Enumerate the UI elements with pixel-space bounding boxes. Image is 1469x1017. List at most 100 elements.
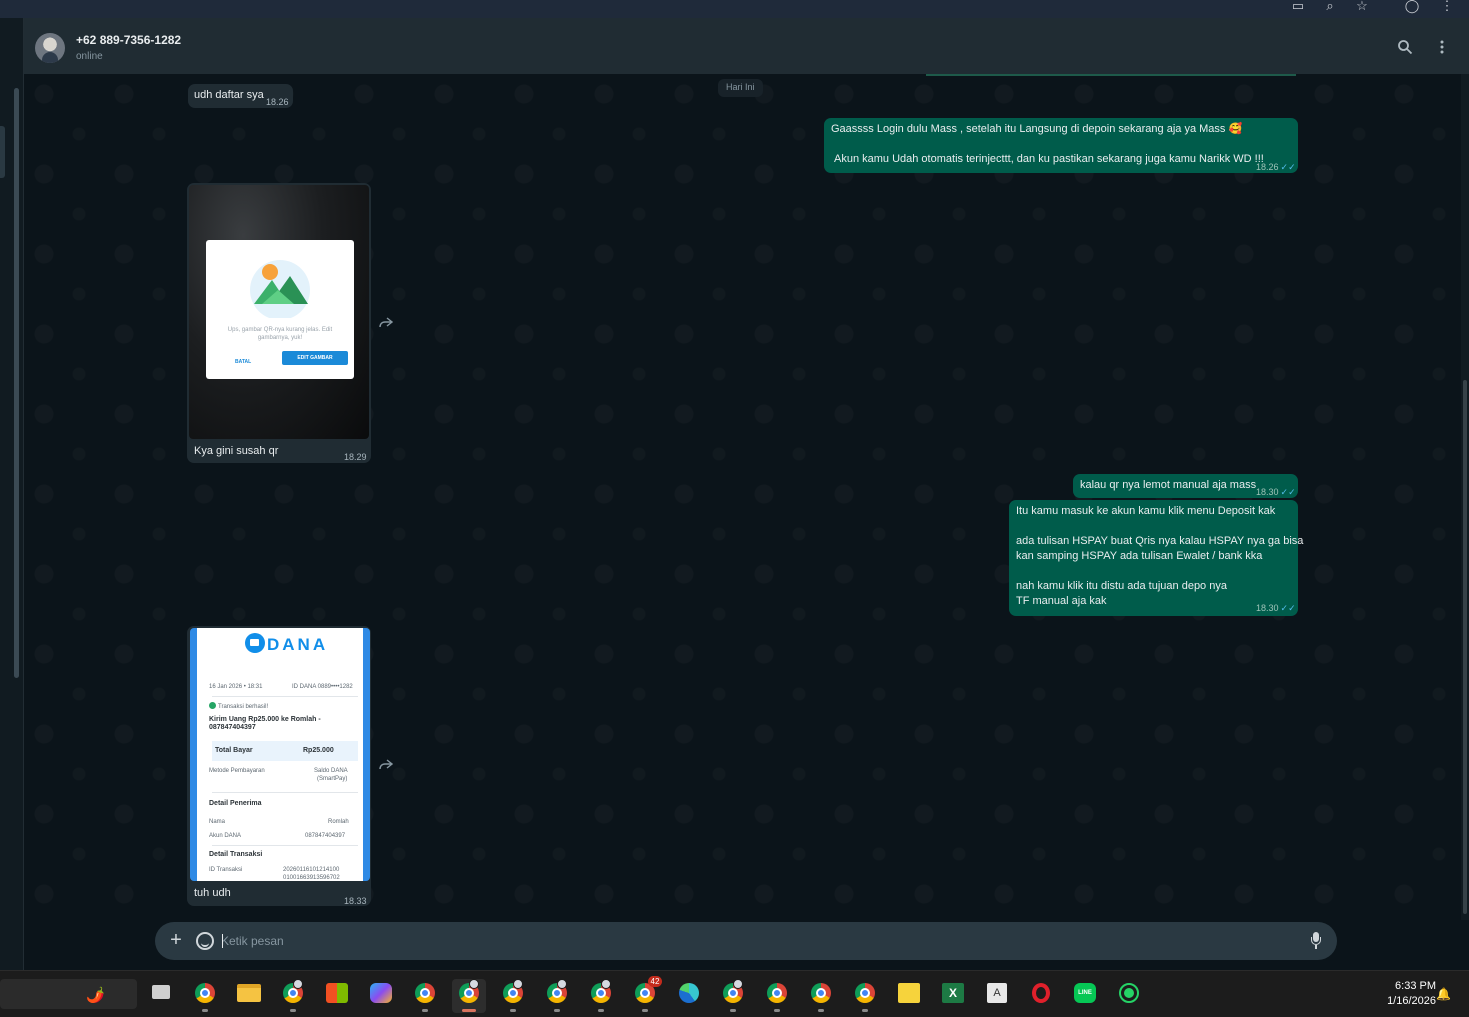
taskbar-app-text-editor[interactable]: A	[980, 979, 1014, 1013]
taskbar-app-microsoft-store[interactable]	[320, 979, 354, 1013]
message-text: kalau qr nya lemot manual aja mass	[1080, 479, 1257, 491]
message-line: TF manual aja kak	[1016, 595, 1107, 607]
taskbar-app-chrome[interactable]	[760, 979, 794, 1013]
system-clock[interactable]: 6:33 PM 1/16/2026	[1366, 979, 1436, 1009]
message-line: ada tulisan HSPAY buat Qris nya kalau HS…	[1016, 535, 1304, 547]
recipient-name-label: Nama	[209, 819, 226, 825]
taskbar-app-line[interactable]: LINE	[1068, 979, 1102, 1013]
taskbar-app-chrome[interactable]	[408, 979, 442, 1013]
browser-menu-icon[interactable]: ⋮	[1438, 0, 1456, 14]
profile-avatar-icon	[513, 979, 523, 989]
taskbar-app-chrome-profile[interactable]	[716, 979, 750, 1013]
taskbar-app-opera[interactable]	[1024, 979, 1058, 1013]
bookmark-star-icon[interactable]: ☆	[1353, 0, 1371, 14]
taskbar-app-chrome-profile[interactable]	[496, 979, 530, 1013]
chrome-icon	[811, 983, 831, 1003]
divider	[212, 845, 358, 846]
cast-icon[interactable]: ▭	[1289, 0, 1307, 14]
message-incoming-image[interactable]: Ups, gambar QR-nya kurang jelas. Edit ga…	[187, 183, 371, 463]
taskbar-app-chrome-badged[interactable]: 42	[628, 976, 662, 1013]
microphone-icon[interactable]	[1311, 932, 1321, 950]
message-time: 18.33	[344, 896, 367, 906]
dialog-message: Ups, gambar QR-nya kurang jelas. Edit ga…	[227, 327, 333, 341]
chat-header[interactable]: +62 889-7356-1282 online	[24, 18, 1469, 74]
attach-plus-icon[interactable]: +	[167, 930, 185, 950]
message-incoming[interactable]: udh daftar sya 18.26	[188, 84, 293, 108]
profile-avatar-icon	[557, 979, 567, 989]
message-input[interactable]	[221, 930, 1281, 952]
message-incoming-image[interactable]: DANA 16 Jan 2026 • 18:31 ID DANA 0889•••…	[187, 626, 371, 906]
divider	[212, 792, 358, 793]
sticky-notes-icon	[898, 983, 920, 1003]
taskbar-app-whatsapp[interactable]	[1112, 979, 1146, 1013]
taskbar-app-excel[interactable]: X	[936, 979, 970, 1013]
left-scrollbar[interactable]	[14, 88, 19, 678]
panel-tab[interactable]	[0, 126, 5, 178]
forward-icon[interactable]	[379, 759, 395, 773]
profile-avatar-icon	[293, 979, 303, 989]
clock-date: 1/16/2026	[1387, 995, 1436, 1007]
chat-scrollbar[interactable]	[1461, 74, 1469, 920]
browser-toolbar-strip: ▭ ⌕ ☆ ◯ ⋮	[0, 0, 1469, 18]
text-caret	[222, 934, 223, 948]
taskbar-app-chrome-profile[interactable]	[584, 979, 618, 1013]
message-composer[interactable]: +	[155, 922, 1337, 960]
contact-status: online	[76, 51, 103, 62]
search-icon[interactable]: ⌕	[1321, 0, 1339, 14]
line-icon: LINE	[1074, 983, 1096, 1003]
read-ticks-icon: ✓✓	[1280, 603, 1296, 613]
chat-scrollbar-thumb[interactable]	[1463, 380, 1467, 914]
taskbar-app-chrome-profile[interactable]	[540, 979, 574, 1013]
store-icon	[326, 983, 348, 1003]
message-line: nah kamu klik itu distu ada tujuan depo …	[1016, 580, 1227, 592]
menu-icon[interactable]	[1433, 39, 1451, 57]
receipt-account: ID DANA 0889••••1282	[292, 684, 353, 690]
dana-receipt-image[interactable]: DANA 16 Jan 2026 • 18:31 ID DANA 0889•••…	[190, 628, 370, 881]
receipt-description: Kirim Uang Rp25.000 ke Romlah - 08784740…	[209, 716, 321, 731]
message-outgoing[interactable]: Itu kamu masuk ke akun kamu klik menu De…	[1009, 500, 1303, 616]
forward-icon[interactable]	[379, 317, 395, 331]
taskbar-app-edge[interactable]	[672, 979, 706, 1013]
attached-photo[interactable]: Ups, gambar QR-nya kurang jelas. Edit ga…	[189, 185, 369, 439]
recipient-title: Detail Penerima	[209, 800, 262, 807]
taskbar-app-chrome[interactable]	[188, 979, 222, 1013]
total-value: Rp25.000	[303, 747, 334, 754]
message-time: 18.26 ✓✓	[1256, 162, 1296, 172]
taskbar-app-sticky-notes[interactable]	[892, 979, 926, 1013]
message-outgoing[interactable]: kalau qr nya lemot manual aja mass 18.30…	[1073, 474, 1298, 498]
taskbar-app-chrome[interactable]	[804, 979, 838, 1013]
task-view-icon	[152, 985, 170, 999]
profile-icon[interactable]: ◯	[1403, 0, 1421, 14]
recipient-account-value: 087847404397	[305, 833, 346, 839]
method-label: Metode Pembayaran	[209, 768, 265, 774]
search-icon[interactable]	[1396, 39, 1414, 57]
profile-avatar-icon	[733, 979, 743, 989]
message-line: Akun kamu Udah otomatis terinjecttt, dan…	[834, 153, 1264, 165]
notification-bell-icon[interactable]: 🔔	[1436, 987, 1451, 1001]
text-editor-icon: A	[987, 983, 1007, 1003]
message-time: 18.29	[344, 452, 367, 462]
transaction-title: Detail Transaksi	[209, 851, 263, 858]
read-ticks-icon: ✓✓	[1280, 162, 1296, 172]
read-ticks-icon: ✓✓	[1280, 487, 1296, 497]
task-view-button[interactable]	[144, 979, 178, 1013]
taskbar-app-chrome[interactable]	[848, 979, 882, 1013]
date-separator: Hari Ini	[718, 79, 763, 97]
taskbar-app-copilot[interactable]	[364, 979, 398, 1013]
profile-avatar-icon	[469, 979, 479, 989]
taskbar-app-chrome-profile-active[interactable]	[452, 979, 486, 1013]
taskbar-app-chrome-profile[interactable]	[276, 979, 310, 1013]
message-outgoing[interactable]: Gaassss Login dulu Mass , setelah itu La…	[824, 118, 1298, 173]
contact-name[interactable]: +62 889-7356-1282	[76, 33, 181, 47]
widgets-button[interactable]: 🌶️	[0, 979, 137, 1009]
image-placeholder-icon	[250, 260, 310, 318]
excel-icon: X	[942, 983, 964, 1003]
avatar[interactable]	[35, 33, 65, 63]
left-panel-edge	[0, 18, 24, 970]
notification-badge: 42	[648, 976, 662, 987]
total-row: Total Bayar Rp25.000	[212, 741, 358, 761]
emoji-sticker-icon[interactable]	[196, 932, 214, 950]
taskbar-app-file-explorer[interactable]	[232, 979, 266, 1013]
dana-logo-icon	[245, 633, 265, 653]
transaction-id-label: ID Transaksi	[209, 867, 243, 873]
